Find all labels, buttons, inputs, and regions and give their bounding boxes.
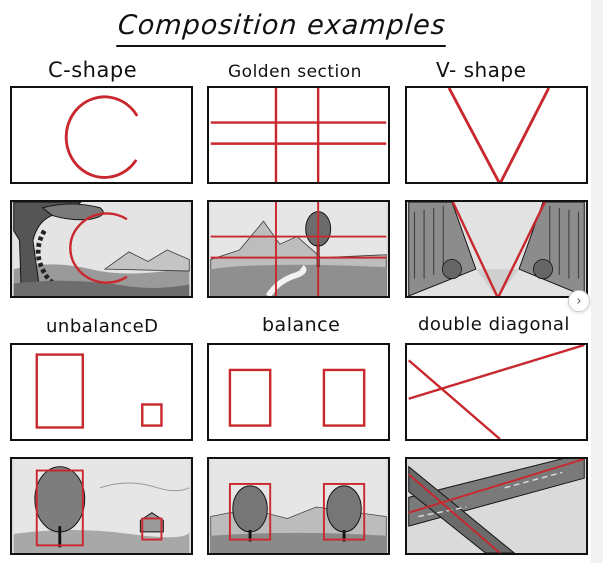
page-title: Composition examples: [116, 10, 448, 41]
golden-section-diagram: [210, 88, 387, 182]
panel-balance-diagram: [207, 343, 390, 441]
double-diagonal-roads-sketch: [408, 459, 585, 553]
chevron-right-icon: ›: [576, 293, 582, 309]
panel-c-shape-diagram: [10, 86, 193, 184]
c-shape-tree-landscape-sketch: [13, 202, 190, 296]
balance-trees-sketch: [210, 459, 387, 553]
double-diagonal-diagram: [407, 345, 585, 439]
panel-golden-section-diagram: [207, 86, 390, 184]
panel-v-shape-diagram: [405, 86, 588, 184]
label-v-shape: V- shape: [436, 58, 527, 82]
label-unbalanced: unbalanceD: [46, 316, 159, 337]
label-balance: balance: [262, 314, 341, 336]
label-golden-section: Golden section: [228, 62, 362, 82]
golden-section-mountain-sketch: [210, 202, 387, 296]
panel-c-shape-sketch: [10, 200, 193, 298]
v-shape-diagram: [447, 88, 551, 182]
c-shape-diagram: [64, 95, 138, 179]
panel-double-diagonal-sketch: [405, 457, 588, 555]
unbalanced-diagram: [35, 353, 163, 429]
right-edge-strip: [591, 0, 603, 563]
panel-balance-sketch: [207, 457, 390, 555]
panel-unbalanced-sketch: [10, 457, 193, 555]
panel-unbalanced-diagram: [10, 343, 193, 441]
title-underline: [116, 45, 446, 47]
panel-golden-section-sketch: [207, 200, 390, 298]
panel-v-shape-sketch: [405, 200, 588, 298]
v-shape-street-sketch: [408, 202, 585, 296]
panel-double-diagonal-diagram: [405, 343, 588, 441]
balance-diagram: [228, 368, 366, 427]
label-double-diagonal: double diagonal: [418, 314, 570, 335]
next-arrow-button[interactable]: ›: [568, 290, 590, 312]
unbalanced-tree-house-sketch: [13, 459, 190, 553]
label-c-shape: C-shape: [48, 58, 138, 82]
